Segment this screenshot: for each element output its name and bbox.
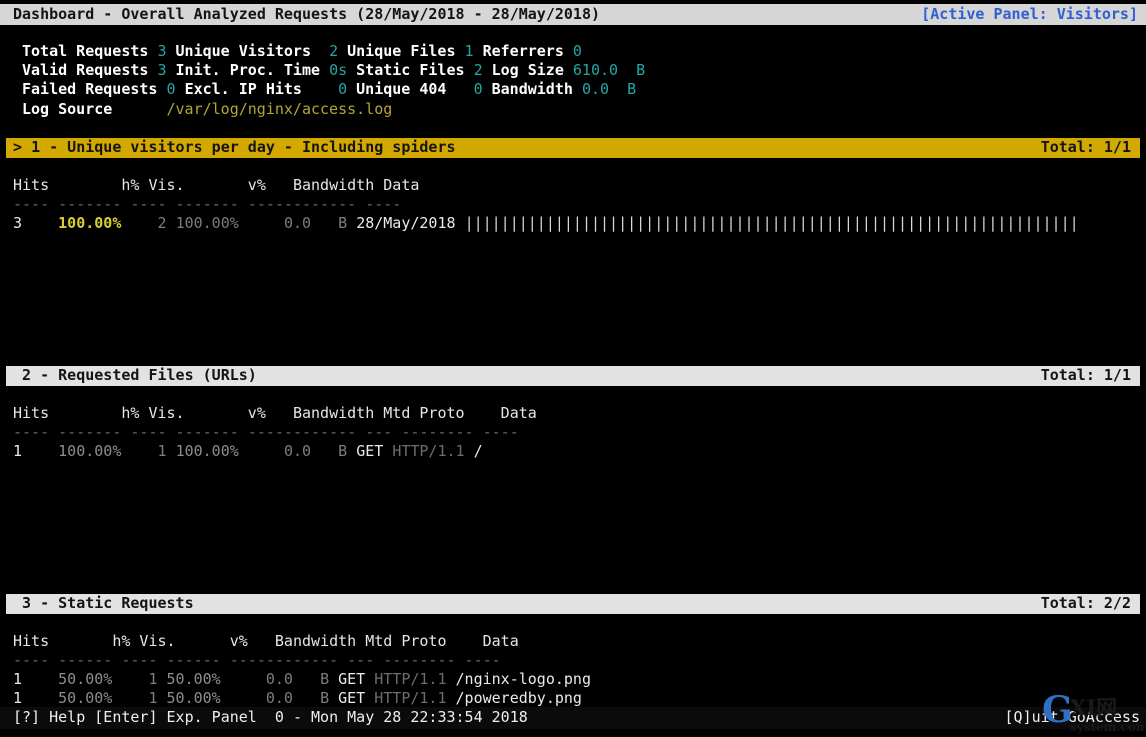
panel-3-column-headers: Hits h% Vis. v% Bandwidth Mtd Proto Data xyxy=(13,632,519,650)
stat-value-bandwidth: 0.0 xyxy=(581,80,610,99)
goaccess-terminal-screen: Dashboard - Overall Analyzed Requests (2… xyxy=(0,0,1146,737)
stat-label-valid-requests: Valid Requests xyxy=(22,61,149,80)
panel-1-title-text: 1 - Unique visitors per day - Including … xyxy=(31,138,456,157)
panel-2-method: GET xyxy=(356,442,384,460)
stat-value-init-proc-time: 0s xyxy=(329,61,348,80)
panel-2-visitors: 1 xyxy=(157,442,167,460)
panel-1-data: 28/May/2018 xyxy=(356,214,456,232)
panel-3-title: 3 - Static Requests xyxy=(6,594,194,613)
stat-value-total-requests: 3 xyxy=(157,42,167,60)
panel-3-bandwidth-unit-1: B xyxy=(320,689,330,707)
panel-1-bandwidth-unit: B xyxy=(338,214,348,232)
stat-label-referrers: Referrers xyxy=(482,42,564,60)
stat-value-excl-ip-hits: 0 xyxy=(338,80,348,99)
stat-unit-log-size: B xyxy=(636,61,646,80)
panel-3-visitors-pct-1: 50.00% xyxy=(166,689,221,707)
panel-1-visitors-pct: 100.00% xyxy=(175,214,239,232)
status-bar: [?] Help [Enter] Exp. Panel 0 - Mon May … xyxy=(0,707,1146,729)
stat-value-referrers: 0 xyxy=(572,42,582,60)
stat-value-unique-404: 0 xyxy=(473,80,483,99)
panel-1-marker: > xyxy=(13,138,23,157)
panel-3-visitors-pct-0: 50.00% xyxy=(166,670,221,688)
panel-2-visitors-pct: 100.00% xyxy=(175,442,239,460)
panel-3-total: Total: 2/2 xyxy=(1040,594,1131,613)
table-row[interactable]: 1 100.00% 1 100.00% 0.0 B GET HTTP/1.1 / xyxy=(0,442,1146,461)
stat-label-bandwidth: Bandwidth xyxy=(491,80,573,99)
stat-value-valid-requests: 3 xyxy=(157,61,167,80)
table-row[interactable]: 1 50.00% 1 50.00% 0.0 B GET HTTP/1.1 /po… xyxy=(0,689,1146,708)
stat-value-log-source[interactable]: /var/log/nginx/access.log xyxy=(167,100,393,118)
page-title: Dashboard - Overall Analyzed Requests (2… xyxy=(13,4,600,23)
panel-3-data-1: /poweredby.png xyxy=(455,689,582,707)
panel-1-bar-chart: ||||||||||||||||||||||||||||||||||||||||… xyxy=(464,214,1079,232)
panel-2-header-rule: ---- ------- ---- ------- ------------ -… xyxy=(13,423,519,441)
panel-1-visitors: 2 xyxy=(157,214,167,232)
stat-label-log-size: Log Size xyxy=(491,61,564,80)
panel-3-visitors-0: 1 xyxy=(148,670,158,688)
panel-3-data-0: /nginx-logo.png xyxy=(455,670,591,688)
stat-label-static-files: Static Files xyxy=(356,61,465,80)
stat-label-init-proc-time: Init. Proc. Time xyxy=(175,61,321,80)
panel-header-static-requests[interactable]: 3 - Static Requests Total: 2/2 xyxy=(6,594,1140,614)
panel-2-data: / xyxy=(473,442,483,460)
panel-3-visitors-1: 1 xyxy=(148,689,158,707)
stat-label-unique-files: Unique Files xyxy=(347,42,456,60)
stats-row-3: Failed Requests 0 Excl. IP Hits 0 Unique… xyxy=(0,80,1146,99)
stat-label-unique-visitors: Unique Visitors xyxy=(175,42,311,60)
status-bar-help-text[interactable]: [?] Help [Enter] Exp. Panel 0 - Mon May … xyxy=(0,708,528,727)
panel-3-hits-1: 1 xyxy=(13,689,23,707)
table-row[interactable]: 1 50.00% 1 50.00% 0.0 B GET HTTP/1.1 /ng… xyxy=(0,670,1146,689)
stat-label-failed-requests: Failed Requests xyxy=(22,80,158,99)
stat-value-static-files: 2 xyxy=(473,61,483,80)
overall-stats-block: Total Requests 3 Unique Visitors 2 Uniqu… xyxy=(0,42,1146,119)
panel-3-hits-pct-0: 50.00% xyxy=(58,670,113,688)
stat-value-log-size: 610.0 xyxy=(572,61,619,80)
panel-3-hits-pct-1: 50.00% xyxy=(58,689,113,707)
panel-header-requested-files[interactable]: 2 - Requested Files (URLs) Total: 1/1 xyxy=(6,366,1140,386)
stat-label-log-source: Log Source xyxy=(22,99,113,118)
dashboard-title-bar: Dashboard - Overall Analyzed Requests (2… xyxy=(0,4,1146,25)
panel-2-total: Total: 1/1 xyxy=(1040,366,1131,385)
stat-value-failed-requests: 0 xyxy=(166,80,176,99)
panel-3-hits-0: 1 xyxy=(13,670,23,688)
panel-3-title-text: 3 - Static Requests xyxy=(22,594,194,613)
panel-3-bandwidth-1: 0.0 xyxy=(265,689,293,707)
panel-2-hits-pct: 100.00% xyxy=(58,442,122,460)
panel-3-protocol-0: HTTP/1.1 xyxy=(374,670,447,688)
stat-label-excl-ip-hits: Excl. IP Hits xyxy=(184,80,302,99)
panel-1-hits-pct: 100.00% xyxy=(58,214,122,232)
panel-1-header-rule: ---- ------- ---- ------- ------------ -… xyxy=(13,195,402,213)
panel-3-header-rule: ---- ------ ---- ------ ------------ ---… xyxy=(13,651,501,669)
panel-2-hits: 1 xyxy=(13,442,23,460)
panel-3-bandwidth-0: 0.0 xyxy=(265,670,293,688)
stat-unit-bandwidth: B xyxy=(627,80,637,99)
table-row[interactable]: 3 100.00% 2 100.00% 0.0 B 28/May/2018 ||… xyxy=(0,214,1146,233)
panel-1-bandwidth: 0.0 xyxy=(283,214,312,232)
panel-2-title-text: 2 - Requested Files (URLs) xyxy=(22,366,257,385)
panel-3-protocol-1: HTTP/1.1 xyxy=(374,689,447,707)
panel-2-bandwidth-unit: B xyxy=(338,442,348,460)
panel-3-method-1: GET xyxy=(338,689,366,707)
status-bar-quit-text[interactable]: [Q]uit GoAccess xyxy=(1005,708,1146,727)
stats-row-log-source: Log Source /var/log/nginx/access.log xyxy=(0,100,1146,119)
panel-1-hits: 3 xyxy=(13,214,23,232)
stat-label-unique-404: Unique 404 xyxy=(356,80,447,99)
stat-value-unique-files: 1 xyxy=(464,42,474,60)
stat-label-total-requests: Total Requests xyxy=(22,42,149,60)
panel-2-protocol: HTTP/1.1 xyxy=(392,442,465,460)
panel-3-method-0: GET xyxy=(338,670,366,688)
panel-2-title: 2 - Requested Files (URLs) xyxy=(6,366,257,385)
active-panel-indicator: [Active Panel: Visitors] xyxy=(921,4,1138,23)
panel-2-bandwidth: 0.0 xyxy=(283,442,312,460)
panel-1-title: > 1 - Unique visitors per day - Includin… xyxy=(6,138,456,157)
panel-header-visitors[interactable]: > 1 - Unique visitors per day - Includin… xyxy=(6,138,1140,158)
stat-value-unique-visitors: 2 xyxy=(329,42,339,60)
panel-2-column-headers: Hits h% Vis. v% Bandwidth Mtd Proto Data xyxy=(13,404,537,422)
panel-3-bandwidth-unit-0: B xyxy=(320,670,330,688)
stats-row-2: Valid Requests 3 Init. Proc. Time 0s Sta… xyxy=(0,61,1146,80)
stats-row-1: Total Requests 3 Unique Visitors 2 Uniqu… xyxy=(0,42,1146,61)
panel-1-total: Total: 1/1 xyxy=(1040,138,1131,157)
panel-1-column-headers: Hits h% Vis. v% Bandwidth Data xyxy=(13,176,420,194)
